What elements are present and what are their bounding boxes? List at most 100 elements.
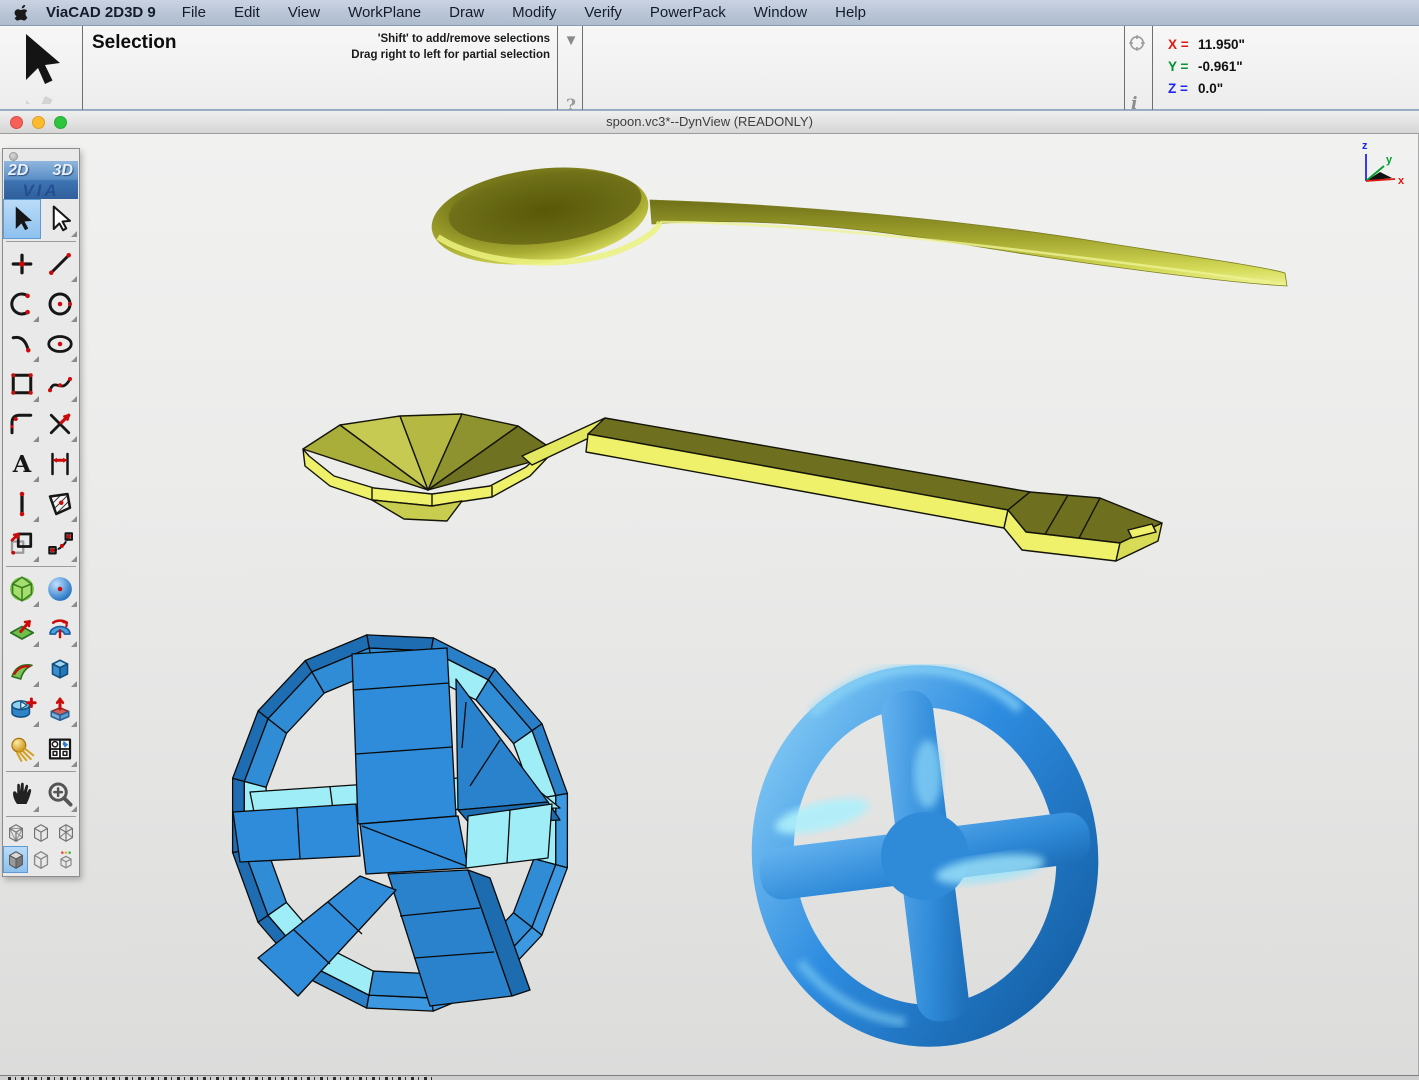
palette-row bbox=[3, 284, 79, 324]
via-logo: VIA bbox=[4, 181, 78, 199]
menu-item-powerpack[interactable]: PowerPack bbox=[650, 4, 726, 21]
palette-row bbox=[3, 729, 79, 769]
svg-text:A: A bbox=[12, 450, 32, 478]
tool-options-dropdown[interactable]: ▼ bbox=[561, 32, 581, 49]
palette-row bbox=[3, 524, 79, 564]
palette-row bbox=[3, 404, 79, 444]
tool-ellipse-button[interactable] bbox=[41, 324, 79, 364]
tool-hint-line1: 'Shift' to add/remove selections bbox=[240, 31, 550, 47]
axis-y-label: y bbox=[1386, 154, 1393, 166]
menu-item-modify[interactable]: Modify bbox=[512, 4, 556, 21]
palette-close-dot[interactable] bbox=[9, 152, 18, 161]
palette-row bbox=[3, 484, 79, 524]
tool-centerline-button[interactable] bbox=[3, 484, 41, 524]
palette-row bbox=[3, 689, 79, 729]
palette-row bbox=[3, 324, 79, 364]
snap-target-icon[interactable] bbox=[1128, 34, 1146, 57]
tool-rectangle-button[interactable] bbox=[3, 364, 41, 404]
smooth-spoon-model[interactable] bbox=[426, 156, 1287, 286]
window-title: spoon.vc3*--DynView (READONLY) bbox=[0, 114, 1419, 129]
palette-separator bbox=[6, 566, 76, 567]
tool-point-button[interactable] bbox=[3, 244, 41, 284]
tool-curve-button[interactable] bbox=[3, 324, 41, 364]
apple-menu[interactable] bbox=[14, 5, 28, 21]
via-2d3d-toggle[interactable]: 2D 3D VIA bbox=[4, 161, 78, 199]
tool-shadedcube-button[interactable] bbox=[3, 846, 28, 873]
menu-item-file[interactable]: File bbox=[182, 4, 206, 21]
tool-render-button[interactable] bbox=[3, 729, 41, 769]
model-viewport: z y x bbox=[0, 134, 1419, 1075]
tool-select-outline-button[interactable] bbox=[41, 199, 79, 239]
menu-item-workplane[interactable]: WorkPlane bbox=[348, 4, 421, 21]
toggle-3d[interactable]: 3D bbox=[53, 162, 73, 180]
toolbar-divider bbox=[1124, 26, 1125, 110]
menu-items: File Edit View WorkPlane Draw Modify Verify Pow… bbox=[182, 4, 894, 21]
palette-row bbox=[3, 649, 79, 689]
tool-trim-button[interactable] bbox=[41, 404, 79, 444]
menu-item-help[interactable]: Help bbox=[835, 4, 866, 21]
tool-hatch-button[interactable] bbox=[41, 484, 79, 524]
tool-arc-button[interactable] bbox=[3, 284, 41, 324]
tool-cube-button[interactable] bbox=[41, 649, 79, 689]
faceted-spoon-model[interactable] bbox=[303, 414, 1162, 561]
apple-logo-icon bbox=[14, 5, 28, 21]
tool-sweep-button[interactable] bbox=[3, 649, 41, 689]
toolbar-divider bbox=[1152, 26, 1153, 110]
palette-row bbox=[3, 774, 79, 814]
drawing-canvas[interactable]: z y x 2D 3D VIA A bbox=[0, 134, 1419, 1075]
tool-wirecube-button[interactable] bbox=[28, 819, 53, 846]
menu-item-edit[interactable]: Edit bbox=[234, 4, 260, 21]
tool-wirecube-diag-button[interactable] bbox=[3, 819, 28, 846]
tool-palette: 2D 3D VIA A bbox=[2, 148, 80, 877]
tool-curve-edit-button[interactable] bbox=[41, 524, 79, 564]
axis-x-label: x bbox=[1398, 175, 1405, 187]
tool-boolean-button[interactable] bbox=[3, 689, 41, 729]
tool-dimension-button[interactable] bbox=[41, 444, 79, 484]
menu-item-verify[interactable]: Verify bbox=[584, 4, 622, 21]
tool-spline-button[interactable] bbox=[41, 364, 79, 404]
axis-z-label: z bbox=[1362, 140, 1368, 152]
tool-draft-button[interactable] bbox=[41, 689, 79, 729]
palette-row bbox=[3, 364, 79, 404]
coord-y-label: Y = bbox=[1168, 56, 1198, 78]
palette-row bbox=[3, 819, 79, 846]
palette-handle[interactable] bbox=[3, 149, 79, 161]
tool-pan-button[interactable] bbox=[3, 774, 41, 814]
tool-fillet-button[interactable] bbox=[3, 404, 41, 444]
active-tool-cursor-icon bbox=[18, 32, 66, 109]
toolbar-divider bbox=[582, 26, 583, 110]
coordinate-readout: X =11.950" Y =-0.961" Z =0.0" bbox=[1168, 34, 1245, 100]
tool-text-button[interactable]: A bbox=[3, 444, 41, 484]
tool-transform-button[interactable] bbox=[3, 524, 41, 564]
tool-line-button[interactable] bbox=[41, 244, 79, 284]
app-name-menu[interactable]: ViaCAD 2D3D 9 bbox=[46, 4, 156, 21]
faceted-wheel-model[interactable] bbox=[233, 635, 568, 1011]
tool-wirecube-axes-button[interactable] bbox=[54, 819, 79, 846]
coord-x-label: X = bbox=[1168, 34, 1198, 56]
toggle-2d[interactable]: 2D bbox=[8, 162, 28, 180]
smooth-wheel-model[interactable] bbox=[740, 667, 1111, 1045]
tool-circle-button[interactable] bbox=[41, 284, 79, 324]
menu-item-view[interactable]: View bbox=[288, 4, 320, 21]
tool-select-filled-button[interactable] bbox=[3, 199, 41, 239]
menu-item-draw[interactable]: Draw bbox=[449, 4, 484, 21]
axis-triad: z y x bbox=[1362, 140, 1405, 187]
tool-hints: 'Shift' to add/remove selections Drag ri… bbox=[240, 31, 550, 63]
tool-zoom-button[interactable] bbox=[41, 774, 79, 814]
tool-polysphere-button[interactable] bbox=[3, 569, 41, 609]
window-bottom-edge bbox=[0, 1075, 1419, 1080]
tool-wirecube2-button[interactable] bbox=[28, 846, 53, 873]
toolbar-divider bbox=[82, 26, 83, 110]
tool-extrude-button[interactable] bbox=[3, 609, 41, 649]
toolbar-divider bbox=[557, 26, 558, 110]
menu-item-window[interactable]: Window bbox=[754, 4, 807, 21]
palette-row bbox=[3, 569, 79, 609]
tool-sphere-button[interactable] bbox=[41, 569, 79, 609]
tool-minicube-dots-button[interactable] bbox=[54, 846, 79, 873]
tool-title: Selection bbox=[92, 32, 176, 54]
coord-z-label: Z = bbox=[1168, 78, 1198, 100]
window-title-bar[interactable]: spoon.vc3*--DynView (READONLY) bbox=[0, 110, 1419, 134]
tool-revolve-button[interactable] bbox=[41, 609, 79, 649]
tool-viewport-button[interactable] bbox=[41, 729, 79, 769]
palette-row bbox=[3, 244, 79, 284]
